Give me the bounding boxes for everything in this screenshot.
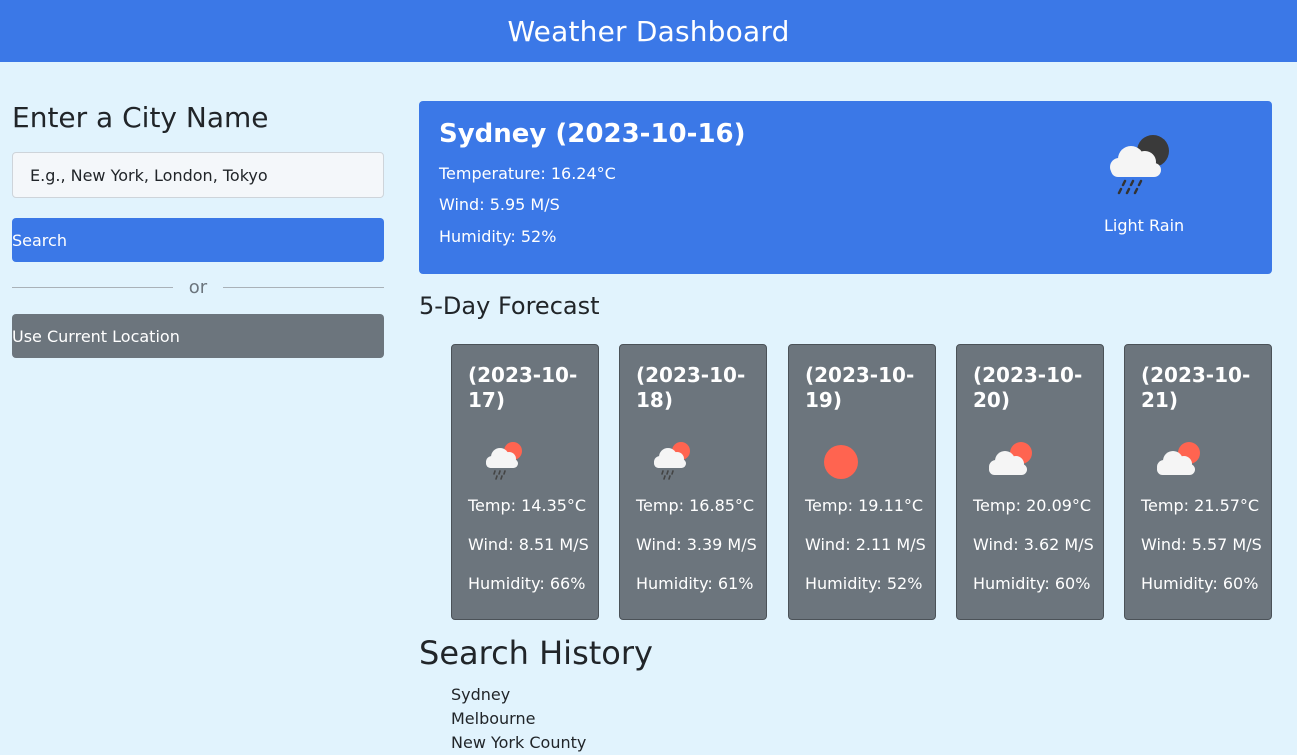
forecast-wind: Wind: 8.51 M/S: [468, 535, 589, 554]
history-item-melbourne[interactable]: Melbourne: [451, 707, 586, 731]
forecast-temp: Temp: 21.57°C: [1141, 496, 1260, 515]
or-divider: or: [12, 275, 385, 299]
current-wind: Wind: 5.95 M/S: [439, 195, 560, 214]
current-temperature: Temperature: 16.24°C: [439, 164, 616, 183]
city-search-input[interactable]: [12, 152, 384, 198]
forecast-date: (2023-10-19): [805, 363, 915, 412]
forecast-humidity: Humidity: 52%: [805, 574, 923, 593]
forecast-card: (2023-10-17) Temp: 14.35°C Wind: 8.51 M/…: [451, 344, 599, 620]
cloud-sun-icon: [1153, 437, 1203, 487]
history-item-sydney[interactable]: Sydney: [451, 683, 586, 707]
forecast-card: (2023-10-18) Temp: 16.85°C Wind: 3.39 M/…: [619, 344, 767, 620]
forecast-temp: Temp: 16.85°C: [636, 496, 755, 515]
search-heading: Enter a City Name: [12, 101, 269, 134]
cloud-sun-icon: [985, 437, 1035, 487]
current-weather-card: Sydney (2023-10-16) Temperature: 16.24°C…: [419, 101, 1272, 274]
use-current-location-button[interactable]: Use Current Location: [12, 314, 384, 358]
search-history-title: Search History: [419, 634, 653, 672]
forecast-card: (2023-10-19) Temp: 19.11°C Wind: 2.11 M/…: [788, 344, 936, 620]
sun-icon: [817, 437, 867, 487]
forecast-temp: Temp: 19.11°C: [805, 496, 924, 515]
rain-cloud-sun-icon: [480, 437, 530, 487]
divider-line-left: [12, 286, 173, 288]
divider-line-right: [223, 286, 385, 288]
app-header: Weather Dashboard: [0, 0, 1297, 62]
forecast-humidity: Humidity: 60%: [1141, 574, 1259, 593]
forecast-date: (2023-10-20): [973, 363, 1083, 412]
forecast-wind: Wind: 3.62 M/S: [973, 535, 1094, 554]
search-button[interactable]: Search: [12, 218, 384, 262]
history-item-new-york-county[interactable]: New York County: [451, 731, 586, 755]
or-label: or: [188, 276, 208, 298]
current-description: Light Rain: [1104, 216, 1185, 235]
search-history-list: Sydney Melbourne New York County: [451, 683, 586, 755]
forecast-title: 5-Day Forecast: [419, 292, 600, 320]
forecast-temp: Temp: 14.35°C: [468, 496, 587, 515]
forecast-wind: Wind: 2.11 M/S: [805, 535, 926, 554]
forecast-wind: Wind: 3.39 M/S: [636, 535, 757, 554]
search-panel: Enter a City Name Search or Use Current …: [12, 98, 385, 358]
forecast-humidity: Humidity: 60%: [973, 574, 1091, 593]
forecast-temp: Temp: 20.09°C: [973, 496, 1092, 515]
page-title: Weather Dashboard: [507, 14, 790, 48]
current-city-title: Sydney (2023-10-16): [439, 119, 746, 149]
rain-cloud-sun-icon: [648, 437, 698, 487]
forecast-date: (2023-10-17): [468, 363, 578, 412]
rain-cloud-night-icon: [1105, 129, 1179, 203]
forecast-date: (2023-10-21): [1141, 363, 1251, 412]
forecast-card: (2023-10-21) Temp: 21.57°C Wind: 5.57 M/…: [1124, 344, 1272, 620]
forecast-humidity: Humidity: 66%: [468, 574, 586, 593]
forecast-wind: Wind: 5.57 M/S: [1141, 535, 1262, 554]
forecast-humidity: Humidity: 61%: [636, 574, 754, 593]
current-humidity: Humidity: 52%: [439, 227, 557, 246]
forecast-card: (2023-10-20) Temp: 20.09°C Wind: 3.62 M/…: [956, 344, 1104, 620]
forecast-date: (2023-10-18): [636, 363, 746, 412]
